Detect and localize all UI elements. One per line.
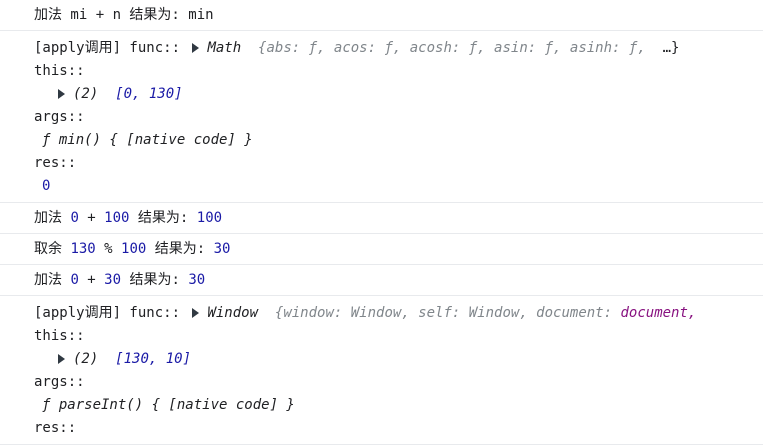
this-label: this::: [34, 63, 85, 79]
expand-triangle-icon[interactable]: [58, 89, 65, 99]
result-value: 30: [213, 241, 231, 257]
res-label: res::: [34, 155, 77, 171]
func-prefix: [apply调用] func::: [34, 305, 181, 321]
ellipsis-text: …}: [662, 40, 680, 56]
console-message: 取余 130 % 100 结果为: 30: [0, 234, 763, 265]
res-value: 0: [42, 178, 51, 194]
object-name[interactable]: Math: [207, 40, 241, 56]
array-length[interactable]: (2): [73, 351, 98, 367]
console-message: 加法 0 + 100 结果为: 100: [0, 203, 763, 234]
args-function[interactable]: ƒ parseInt() { [native code] }: [34, 394, 757, 417]
console-message-group: [apply调用] func:: Window {window: Window,…: [0, 296, 763, 445]
args-label: args::: [34, 374, 85, 390]
expand-triangle-icon[interactable]: [192, 308, 200, 318]
console-message: 加法 0 + 30 结果为: 30: [0, 265, 763, 296]
console-message-group: [apply调用] func:: Math {abs: ƒ, acos: ƒ, …: [0, 31, 763, 203]
array-values: [0, 130]: [115, 86, 183, 102]
operand-a: 130: [70, 241, 96, 257]
result-label: 结果为:: [121, 272, 189, 288]
this-value: (2) [130, 10]: [34, 348, 757, 371]
operand-b: 100: [121, 241, 147, 257]
object-name[interactable]: Window: [207, 305, 258, 321]
expand-triangle-icon[interactable]: [58, 354, 65, 364]
res-label: res::: [34, 420, 77, 436]
func-line: [apply调用] func:: Window {window: Window,…: [34, 302, 757, 325]
this-label: this::: [34, 328, 85, 344]
op-name: 加法: [34, 210, 71, 226]
op-name: 加法: [34, 272, 71, 288]
result-label: 结果为:: [129, 210, 197, 226]
object-preview-value: document,: [620, 305, 697, 321]
args-label: args::: [34, 109, 85, 125]
operand-b: 100: [104, 210, 130, 226]
this-value: (2) [0, 130]: [34, 83, 757, 106]
console-message: 加法 mi + n 结果为: min: [0, 0, 763, 31]
result-label: 结果为:: [146, 241, 214, 257]
operand-b: 30: [104, 272, 122, 288]
object-preview: {abs: ƒ, acos: ƒ, acosh: ƒ, asin: ƒ, asi…: [258, 40, 646, 56]
operator: +: [78, 272, 105, 288]
result-value: 100: [196, 210, 223, 226]
log-text: 加法 mi + n 结果为: min: [34, 7, 214, 23]
array-length[interactable]: (2): [73, 86, 98, 102]
operator: +: [78, 210, 105, 226]
operand-a: 0: [70, 272, 79, 288]
func-line: [apply调用] func:: Math {abs: ƒ, acos: ƒ, …: [34, 37, 757, 60]
operand-a: 0: [70, 210, 79, 226]
expand-triangle-icon[interactable]: [192, 43, 200, 53]
result-value: 30: [188, 272, 206, 288]
op-name: 取余: [34, 241, 71, 257]
array-values: [130, 10]: [115, 351, 192, 367]
operator: %: [95, 241, 122, 257]
func-prefix: [apply调用] func::: [34, 40, 181, 56]
args-function[interactable]: ƒ min() { [native code] }: [34, 129, 757, 152]
devtools-console: 加法 mi + n 结果为: min [apply调用] func:: Math…: [0, 0, 763, 445]
object-preview: {window: Window, self: Window, document:: [274, 305, 613, 321]
